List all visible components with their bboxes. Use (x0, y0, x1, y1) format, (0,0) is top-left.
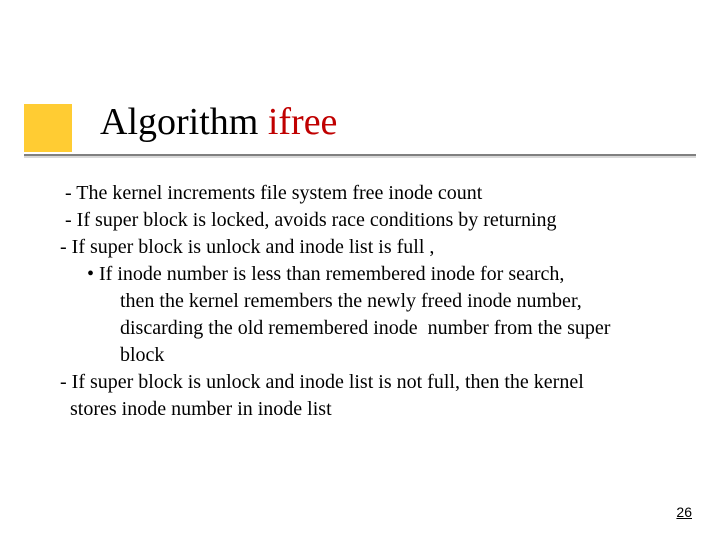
body-line: block (60, 342, 680, 369)
title-decor-box (24, 104, 72, 152)
body-line: - If super block is locked, avoids race … (60, 207, 680, 234)
body-line: • If inode number is less than remembere… (60, 261, 680, 288)
title-divider (24, 154, 696, 158)
body-line: discarding the old remembered inode numb… (60, 315, 680, 342)
body-line: stores inode number in inode list (60, 396, 680, 423)
body-text: - The kernel increments file system free… (60, 180, 680, 423)
body-line: - If super block is unlock and inode lis… (60, 234, 680, 261)
body-line: - If super block is unlock and inode lis… (60, 369, 680, 396)
title-part-black: Algorithm (100, 101, 268, 143)
page-number: 26 (676, 504, 692, 520)
body-line: - The kernel increments file system free… (60, 180, 680, 207)
title-part-red: ifree (268, 101, 338, 143)
body-line: then the kernel remembers the newly free… (60, 288, 680, 315)
page-title: Algorithm ifree (100, 100, 337, 144)
